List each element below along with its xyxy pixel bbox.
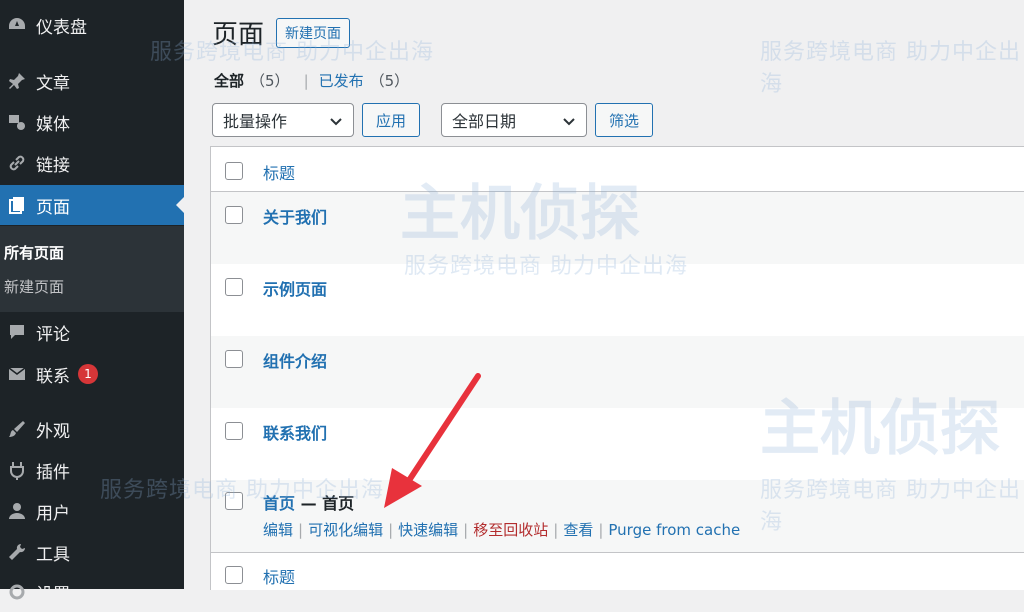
- row-checkbox[interactable]: [225, 278, 243, 296]
- brush-icon: [6, 418, 28, 440]
- media-icon: [6, 111, 28, 133]
- menu-contact[interactable]: 联系 1: [0, 354, 184, 394]
- menu-label: 用户: [36, 503, 70, 524]
- action-trash[interactable]: 移至回收站: [473, 519, 548, 540]
- bulk-actions-select[interactable]: 批量操作: [212, 103, 354, 137]
- annotation-arrow-icon: [384, 373, 481, 508]
- table-row: 联系我们: [211, 408, 1024, 480]
- menu-media[interactable]: 媒体: [0, 102, 184, 142]
- column-title-header[interactable]: 标题: [263, 160, 295, 184]
- front-page-state: — 首页: [295, 494, 355, 513]
- plugin-icon: [6, 459, 28, 481]
- pipe: |: [598, 520, 604, 539]
- filter-published[interactable]: 已发布: [319, 70, 364, 91]
- mail-icon: [6, 363, 28, 385]
- watermark-slogan: 服务跨境电商 助力中企出海: [760, 40, 1021, 97]
- chevron-down-icon: [562, 113, 576, 132]
- menu-label: 插件: [36, 462, 70, 483]
- select-all-checkbox-footer[interactable]: [225, 566, 243, 584]
- filter-all-count: （5）: [250, 72, 290, 90]
- filter-button[interactable]: 筛选: [595, 103, 653, 137]
- dashboard-icon: [6, 14, 28, 36]
- pipe: |: [553, 520, 559, 539]
- menu-label: 外观: [36, 421, 70, 442]
- column-title-footer[interactable]: 标题: [263, 564, 295, 588]
- pin-icon: [6, 70, 28, 92]
- table-header: 标题: [211, 147, 1024, 191]
- pipe: |: [388, 520, 394, 539]
- action-view[interactable]: 查看: [563, 519, 593, 540]
- row-checkbox[interactable]: [225, 492, 243, 510]
- menu-plugins[interactable]: 插件: [0, 450, 184, 490]
- status-filters: 全部 （5） | 已发布 （5）: [214, 70, 409, 91]
- filter-separator: |: [303, 71, 309, 90]
- pages-submenu: 所有页面 新建页面: [0, 226, 184, 312]
- row-checkbox[interactable]: [225, 206, 243, 224]
- table-row: 首页 — 首页 编辑 | 可视化编辑 | 快速编辑 | 移至回收站 | 查看 | Purg…: [211, 480, 1024, 552]
- notification-badge: 1: [78, 364, 98, 384]
- date-filter-value: 全部日期: [452, 112, 517, 131]
- action-quick-edit[interactable]: 快速编辑: [398, 519, 458, 540]
- menu-comments[interactable]: 评论: [0, 312, 184, 352]
- date-filter-select[interactable]: 全部日期: [441, 103, 587, 137]
- row-title-link[interactable]: 关于我们: [263, 204, 327, 228]
- row-title-link[interactable]: 联系我们: [263, 420, 327, 444]
- settings-icon: [6, 581, 28, 603]
- menu-posts[interactable]: 文章: [0, 61, 184, 101]
- row-title-link: 首页 — 首页: [263, 490, 354, 514]
- row-title-text[interactable]: 首页: [263, 494, 295, 513]
- action-visual-edit[interactable]: 可视化编辑: [308, 519, 383, 540]
- submenu-all-pages[interactable]: 所有页面: [4, 242, 64, 263]
- table-row: 示例页面: [211, 264, 1024, 336]
- menu-label: 页面: [36, 197, 70, 218]
- menu-label: 文章: [36, 73, 70, 94]
- filter-all[interactable]: 全部: [214, 70, 244, 91]
- menu-pages[interactable]: 页面: [0, 185, 184, 225]
- action-edit[interactable]: 编辑: [263, 519, 293, 540]
- menu-label: 联系: [36, 366, 70, 387]
- admin-sidebar: 仪表盘 文章 媒体 链接 页面 所有页面 新建页面 评论 联系 1 外观 插件 …: [0, 0, 184, 605]
- menu-links[interactable]: 链接: [0, 143, 184, 183]
- user-icon: [6, 500, 28, 522]
- menu-label: 媒体: [36, 114, 70, 135]
- menu-label: 设置: [36, 584, 70, 605]
- link-icon: [6, 152, 28, 174]
- menu-dashboard[interactable]: 仪表盘: [0, 5, 184, 45]
- pipe: |: [298, 520, 304, 539]
- row-checkbox[interactable]: [225, 350, 243, 368]
- menu-users[interactable]: 用户: [0, 491, 184, 531]
- pages-table: 标题 关于我们 示例页面 组件介绍 联系我们 首页 — 首页 编辑 | 可视化编辑…: [210, 146, 1024, 590]
- menu-label: 仪表盘: [36, 17, 87, 38]
- menu-appearance[interactable]: 外观: [0, 409, 184, 449]
- menu-label: 链接: [36, 155, 70, 176]
- table-footer: 标题: [211, 553, 1024, 593]
- comment-icon: [6, 321, 28, 343]
- page-title: 页面: [212, 20, 265, 50]
- chevron-down-icon: [329, 113, 343, 132]
- row-title-link[interactable]: 组件介绍: [263, 348, 327, 372]
- row-checkbox[interactable]: [225, 422, 243, 440]
- row-title-link[interactable]: 示例页面: [263, 276, 327, 300]
- pages-icon: [6, 194, 28, 216]
- wrench-icon: [6, 541, 28, 563]
- bulk-actions-value: 批量操作: [223, 112, 288, 131]
- select-all-checkbox[interactable]: [225, 162, 243, 180]
- action-purge-cache[interactable]: Purge from cache: [608, 521, 740, 539]
- menu-label: 工具: [36, 544, 70, 565]
- menu-settings[interactable]: 设置: [0, 572, 184, 612]
- table-row: 组件介绍: [211, 336, 1024, 408]
- table-row: 关于我们: [211, 192, 1024, 264]
- pipe: |: [463, 520, 469, 539]
- filter-published-count: （5）: [369, 72, 410, 90]
- menu-label: 评论: [36, 324, 70, 345]
- row-actions: 编辑 | 可视化编辑 | 快速编辑 | 移至回收站 | 查看 | Purge from c…: [263, 519, 740, 540]
- menu-tools[interactable]: 工具: [0, 532, 184, 572]
- add-new-page-button[interactable]: 新建页面: [276, 18, 350, 48]
- submenu-add-new[interactable]: 新建页面: [4, 276, 64, 297]
- apply-button[interactable]: 应用: [362, 103, 420, 137]
